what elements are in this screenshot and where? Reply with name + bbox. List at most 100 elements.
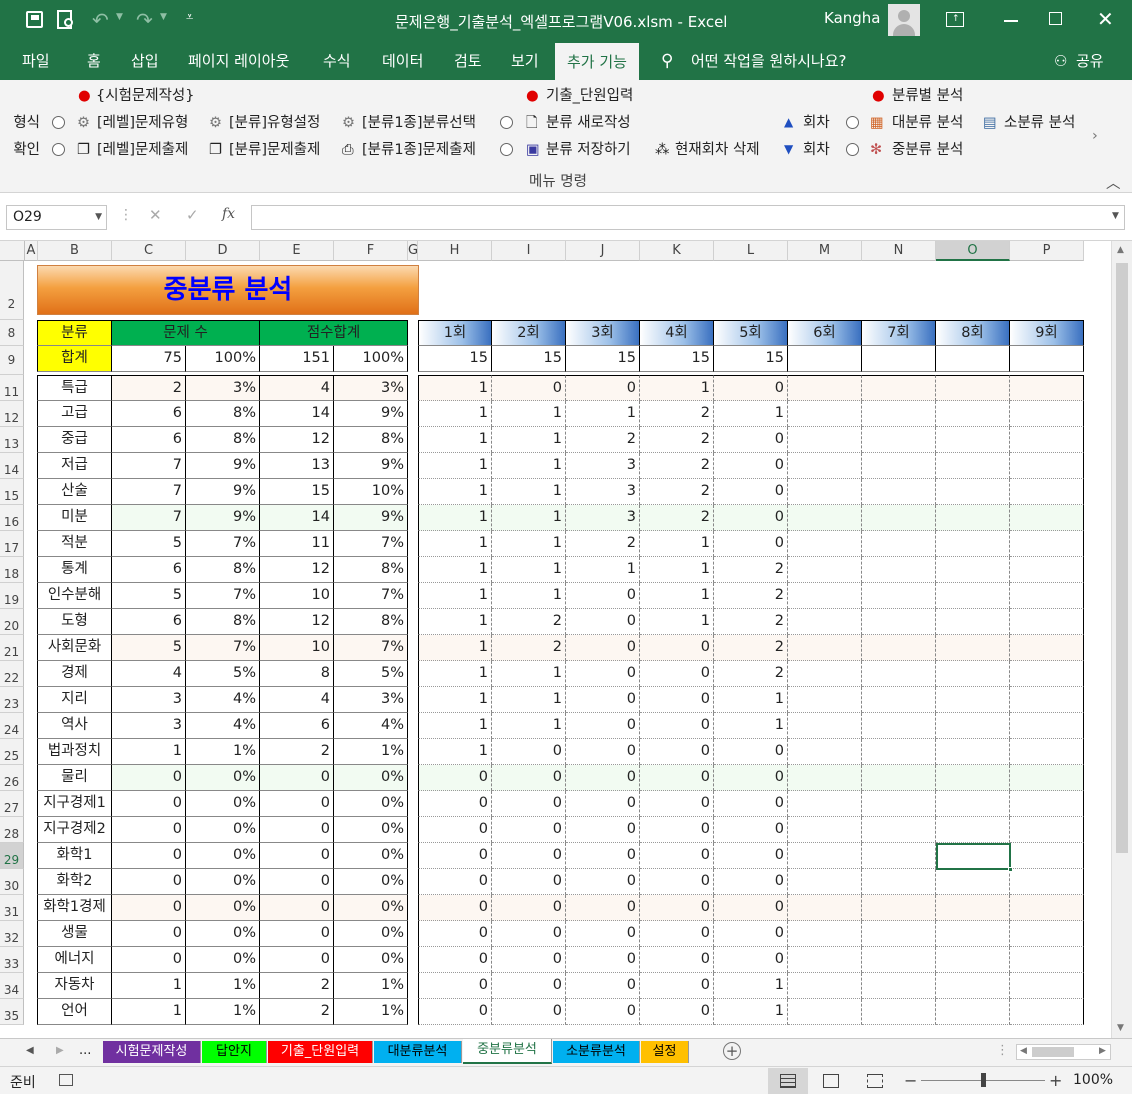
row-category[interactable]: 저급 [37,453,112,479]
row-round-4[interactable]: 1 [640,583,714,609]
row-count-pct[interactable]: 1% [186,973,260,999]
row-round-5[interactable]: 0 [714,765,788,791]
round-header-8[interactable]: 8회 [936,320,1010,346]
tab-home[interactable]: 홈 [87,42,101,80]
row-round-8[interactable] [936,869,1010,895]
total-count[interactable]: 75 [112,346,186,372]
row-category[interactable]: 사회문화 [37,635,112,661]
row-header-25[interactable]: 25 [0,739,24,765]
row-round-4[interactable]: 0 [640,635,714,661]
row-round-8[interactable] [936,375,1010,401]
row-round-9[interactable] [1010,817,1084,843]
row-round-2[interactable]: 1 [492,505,566,531]
row-score[interactable]: 0 [260,791,334,817]
btn-minor-analysis[interactable]: 소분류 분석 [1004,113,1075,133]
ribbon-scroll-right-icon[interactable]: › [1092,126,1098,146]
collapse-ribbon-icon[interactable]: ︿ [1106,174,1121,194]
total-score-pct[interactable]: 100% [334,346,408,372]
row-round-6[interactable] [788,973,862,999]
column-header-a[interactable]: A [25,241,38,261]
row-round-6[interactable] [788,765,862,791]
row-round-1[interactable]: 1 [418,557,492,583]
sheet-tab-5[interactable]: 중분류분석 [463,1039,552,1064]
round-total-5[interactable]: 15 [714,346,788,372]
scroll-up-icon[interactable]: ▲ [1117,245,1124,255]
row-count[interactable]: 5 [112,531,186,557]
row-score-pct[interactable]: 7% [334,635,408,661]
row-header-32[interactable]: 32 [0,921,24,947]
row-count[interactable]: 0 [112,765,186,791]
row-header-13[interactable]: 13 [0,427,24,453]
row-round-4[interactable]: 1 [640,531,714,557]
row-round-6[interactable] [788,843,862,869]
tab-data[interactable]: 데이터 [382,42,423,80]
redo-icon[interactable]: ↷ [136,8,153,32]
minimize-icon[interactable] [1004,20,1018,22]
column-header-l[interactable]: L [714,241,788,261]
row-header-33[interactable]: 33 [0,947,24,973]
row-round-2[interactable]: 0 [492,843,566,869]
row-round-6[interactable] [788,635,862,661]
row-score-pct[interactable]: 1% [334,999,408,1025]
row-round-8[interactable] [936,817,1010,843]
page-break-view-icon[interactable] [867,1074,883,1088]
row-count[interactable]: 6 [112,401,186,427]
row-count-pct[interactable]: 9% [186,505,260,531]
row-round-7[interactable] [862,531,936,557]
btn-major-analysis[interactable]: 대분류 분석 [892,113,963,133]
row-round-4[interactable]: 2 [640,479,714,505]
row-round-6[interactable] [788,791,862,817]
row-round-7[interactable] [862,401,936,427]
btn-new-category[interactable]: 분류 새로작성 [546,113,631,133]
round-header-5[interactable]: 5회 [714,320,788,346]
more-sheets[interactable]: ... [79,1043,91,1058]
row-round-9[interactable] [1010,401,1084,427]
row-score-pct[interactable]: 0% [334,843,408,869]
column-header-c[interactable]: C [112,241,186,261]
row-count[interactable]: 5 [112,583,186,609]
row-round-1[interactable]: 1 [418,635,492,661]
row-round-7[interactable] [862,375,936,401]
row-round-3[interactable]: 2 [566,427,640,453]
zoom-out-icon[interactable]: − [904,1071,917,1090]
row-count[interactable]: 6 [112,557,186,583]
row-category[interactable]: 역사 [37,713,112,739]
row-count-pct[interactable]: 8% [186,401,260,427]
row-round-8[interactable] [936,531,1010,557]
row-header-18[interactable]: 18 [0,557,24,583]
zoom-level[interactable]: 100% [1073,1072,1113,1088]
row-round-3[interactable]: 0 [566,635,640,661]
row-category[interactable]: 경제 [37,661,112,687]
sheet-tab-4[interactable]: 대분류분석 [374,1041,462,1063]
total-count-pct[interactable]: 100% [186,346,260,372]
redo-dropdown-icon[interactable]: ▼ [160,12,167,22]
row-round-7[interactable] [862,505,936,531]
horizontal-scrollbar[interactable]: ◀ ▶ [1016,1044,1111,1060]
round-total-6[interactable] [788,346,862,372]
header-category[interactable]: 분류 [37,320,112,346]
row-round-7[interactable] [862,583,936,609]
row-score[interactable]: 4 [260,687,334,713]
round-total-4[interactable]: 15 [640,346,714,372]
btn-round-down[interactable]: 회차 [803,140,830,160]
round-header-3[interactable]: 3회 [566,320,640,346]
row-header-24[interactable]: 24 [0,713,24,739]
row-round-4[interactable]: 0 [640,817,714,843]
row-count[interactable]: 1 [112,999,186,1025]
row-count[interactable]: 0 [112,843,186,869]
row-count-pct[interactable]: 0% [186,895,260,921]
total-label[interactable]: 합계 [37,346,112,372]
row-header-34[interactable]: 34 [0,973,24,999]
row-round-9[interactable] [1010,791,1084,817]
column-header-e[interactable]: E [260,241,334,261]
scroll-down-icon[interactable]: ▼ [1117,1023,1124,1033]
row-round-1[interactable]: 1 [418,713,492,739]
row-count[interactable]: 7 [112,479,186,505]
row-round-1[interactable]: 1 [418,401,492,427]
row-score-pct[interactable]: 5% [334,661,408,687]
row-round-5[interactable]: 0 [714,895,788,921]
row-round-9[interactable] [1010,713,1084,739]
cancel-icon[interactable]: ✕ [149,206,162,224]
row-round-1[interactable]: 0 [418,791,492,817]
row-round-4[interactable]: 2 [640,505,714,531]
